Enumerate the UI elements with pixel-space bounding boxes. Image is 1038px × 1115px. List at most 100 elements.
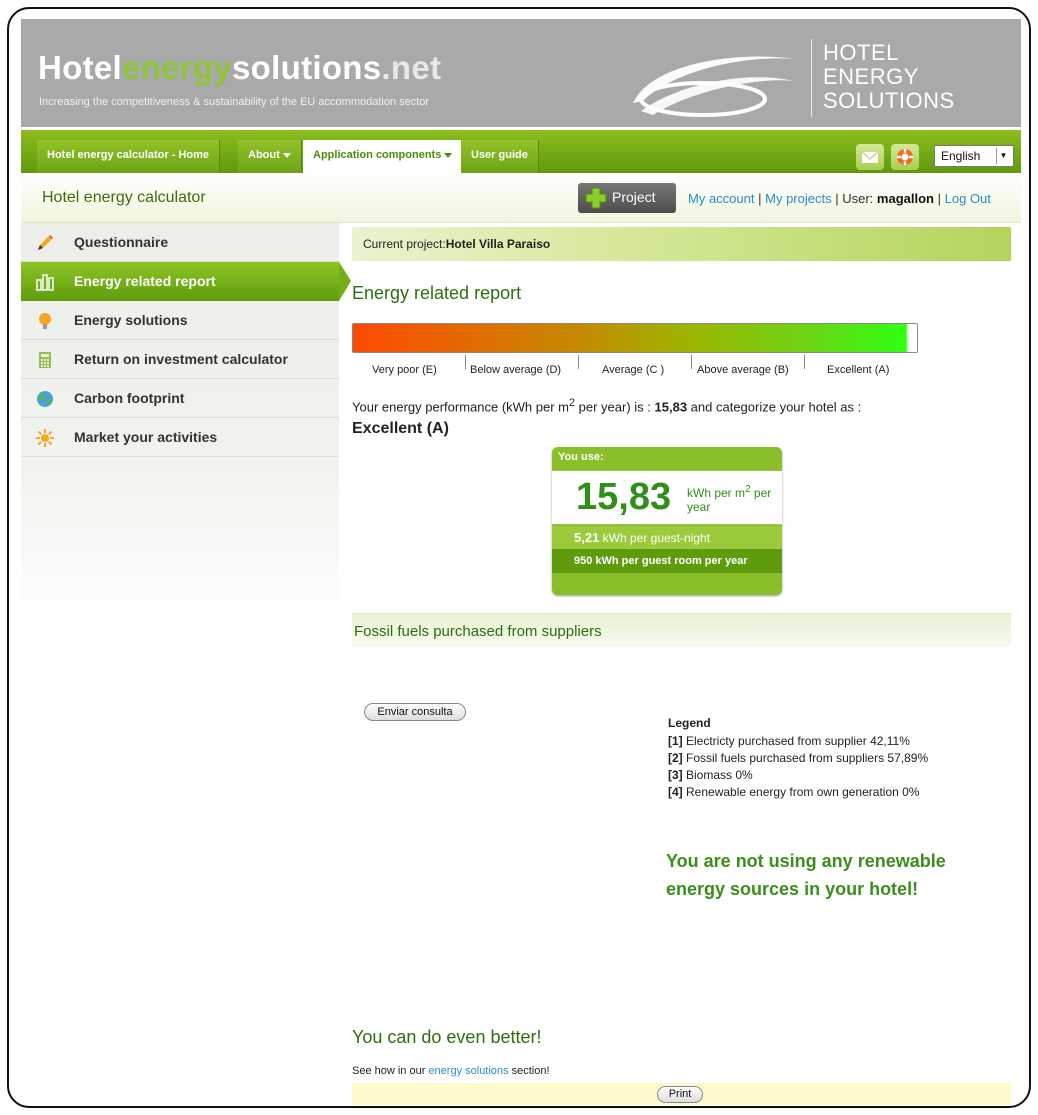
main-nav: Hotel energy calculator - Home About App… <box>21 127 1021 174</box>
sun-icon <box>36 429 54 447</box>
user-label: User: <box>842 191 874 206</box>
project-button-label: Project <box>612 189 656 205</box>
nav-item-application-components[interactable]: Application components <box>303 140 464 174</box>
lightbulb-icon <box>39 313 51 329</box>
sub-header: Hotel energy calculator Project My accou… <box>21 173 1021 223</box>
usage-unit-part: per <box>750 486 772 500</box>
nav-item-label: Application components <box>313 149 442 161</box>
usage-per-guest-night: 5,21 kWh per guest-night <box>552 526 782 549</box>
guest-night-value: 5,21 <box>574 530 600 545</box>
sidebar: Questionnaire Energy related report Ener… <box>21 223 351 623</box>
brand-text-solutions: SOLUTIONS <box>823 88 955 113</box>
see-how-part: section! <box>508 1065 550 1077</box>
fossil-fuels-section-header: Fossil fuels purchased from suppliers <box>352 613 1011 647</box>
perf-value: 15,83 <box>654 399 688 415</box>
scale-tick <box>578 355 579 369</box>
do-better-title: You can do even better! <box>352 1027 542 1047</box>
language-select[interactable]: English ▼ <box>934 145 1014 167</box>
sidebar-item-energy-report[interactable]: Energy related report <box>21 262 351 301</box>
separator: | <box>835 191 839 206</box>
calculator-icon <box>39 352 51 368</box>
mail-icon[interactable] <box>856 144 884 170</box>
help-lifebuoy-icon[interactable] <box>891 144 919 170</box>
usage-main-panel: 15,83 kWh per m2 per year <box>552 470 782 525</box>
language-selected: English <box>941 149 981 163</box>
legend-item: [4] Renewable energy from own generation… <box>668 784 928 801</box>
scale-label-d: Below average (D) <box>470 364 562 376</box>
print-bar: Print <box>352 1083 1011 1105</box>
nav-item-label: About <box>248 149 280 161</box>
nav-item-label: User guide <box>471 149 528 161</box>
account-links: My account | My projects | User: magallo… <box>688 191 991 206</box>
scale-label-e: Very poor (E) <box>372 364 437 376</box>
energy-solutions-link[interactable]: energy solutions <box>428 1065 508 1077</box>
usage-unit-part: year <box>687 500 711 514</box>
sidebar-item-label: Market your activities <box>74 429 218 445</box>
scale-label-a: Excellent (A) <box>827 364 890 376</box>
brand-text-energy: ENERGY <box>823 64 919 89</box>
perf-text-part: and categorize your hotel as : <box>687 399 862 415</box>
site-banner: Hotelenergysolutions.net Increasing the … <box>21 19 1021 127</box>
app-title: Hotel energy calculator <box>42 189 206 206</box>
sidebar-item-label: Energy solutions <box>74 312 188 328</box>
page: Hotelenergysolutions.net Increasing the … <box>21 19 1021 1105</box>
sidebar-item-roi-calculator[interactable]: Return on investment calculator <box>21 340 339 379</box>
usage-per-room-year: 950 kWh per guest room per year <box>552 549 782 573</box>
scale-tick <box>465 355 466 369</box>
pencil-icon <box>38 235 53 250</box>
legend-key: [1] <box>668 734 683 748</box>
sidebar-item-label: Questionnaire <box>74 234 169 250</box>
sidebar-item-carbon-footprint[interactable]: Carbon footprint <box>21 379 339 418</box>
brand-text-hotel: HOTEL <box>823 40 899 65</box>
sidebar-item-label: Carbon footprint <box>74 390 185 406</box>
logout-link[interactable]: Log Out <box>945 191 991 206</box>
perf-text-part: per year) is : <box>575 399 655 415</box>
sidebar-item-label: Energy related report <box>74 273 216 289</box>
performance-text: Your energy performance (kWh per m2 per … <box>352 397 1012 414</box>
renewable-warning-message: You are not using any renewable energy s… <box>666 851 946 899</box>
user-name: magallon <box>876 191 934 206</box>
new-project-button[interactable]: Project <box>578 183 676 213</box>
usage-heading: You use: <box>558 451 604 463</box>
plus-icon <box>585 187 607 209</box>
logo-text-hotel: Hotel <box>38 49 122 86</box>
separator: | <box>758 191 762 206</box>
separator: | <box>937 191 942 206</box>
scale-tick <box>804 355 805 369</box>
chevron-down-icon <box>444 152 453 158</box>
fossil-fuels-title: Fossil fuels purchased from suppliers <box>354 623 602 640</box>
legend-item: [3] Biomass 0% <box>668 767 928 784</box>
guest-night-label: kWh per guest-night <box>599 531 711 545</box>
scale-tick <box>691 355 692 369</box>
bar-chart-icon <box>36 274 54 291</box>
scale-label-c: Average (C ) <box>602 364 665 376</box>
energy-rating-scale-bar <box>352 323 918 353</box>
current-project-label: Current project: <box>363 237 446 251</box>
legend-key: [4] <box>668 785 683 799</box>
logo-text-tld: .net <box>381 49 442 86</box>
sidebar-item-questionnaire[interactable]: Questionnaire <box>21 223 339 262</box>
logo-text-energy: energy <box>122 49 233 86</box>
nav-item-user-guide[interactable]: User guide <box>461 140 539 174</box>
sidebar-item-label: Return on investment calculator <box>74 351 288 367</box>
nav-item-home[interactable]: Hotel energy calculator - Home <box>37 140 220 174</box>
logo-text-solutions: solutions <box>232 49 382 86</box>
nav-item-about[interactable]: About <box>238 140 302 174</box>
legend-title: Legend <box>668 716 711 730</box>
legend-item: [2] Fossil fuels purchased from supplier… <box>668 750 928 767</box>
current-project-name: Hotel Villa Paraiso <box>445 237 551 251</box>
energy-rating-scale-labels: Very poor (E) Below average (D) Average … <box>352 355 918 381</box>
my-projects-link[interactable]: My projects <box>765 191 831 206</box>
sidebar-item-market-activities[interactable]: Market your activities <box>21 418 339 457</box>
usage-unit: kWh per m2 per year <box>687 483 777 514</box>
site-logo[interactable]: Hotelenergysolutions.net <box>38 49 441 87</box>
nav-item-label: Hotel energy calculator - Home <box>47 149 209 161</box>
performance-grade: Excellent (A) <box>352 420 449 437</box>
submit-query-button[interactable]: Enviar consulta <box>364 703 466 721</box>
see-how-text: See how in our energy solutions section! <box>352 1065 550 1077</box>
print-button[interactable]: Print <box>657 1086 703 1103</box>
my-account-link[interactable]: My account <box>688 191 754 206</box>
chevron-down-icon: ▼ <box>996 148 1010 164</box>
sidebar-item-energy-solutions[interactable]: Energy solutions <box>21 301 339 340</box>
perf-text-part: Your energy performance (kWh per m <box>352 399 570 415</box>
